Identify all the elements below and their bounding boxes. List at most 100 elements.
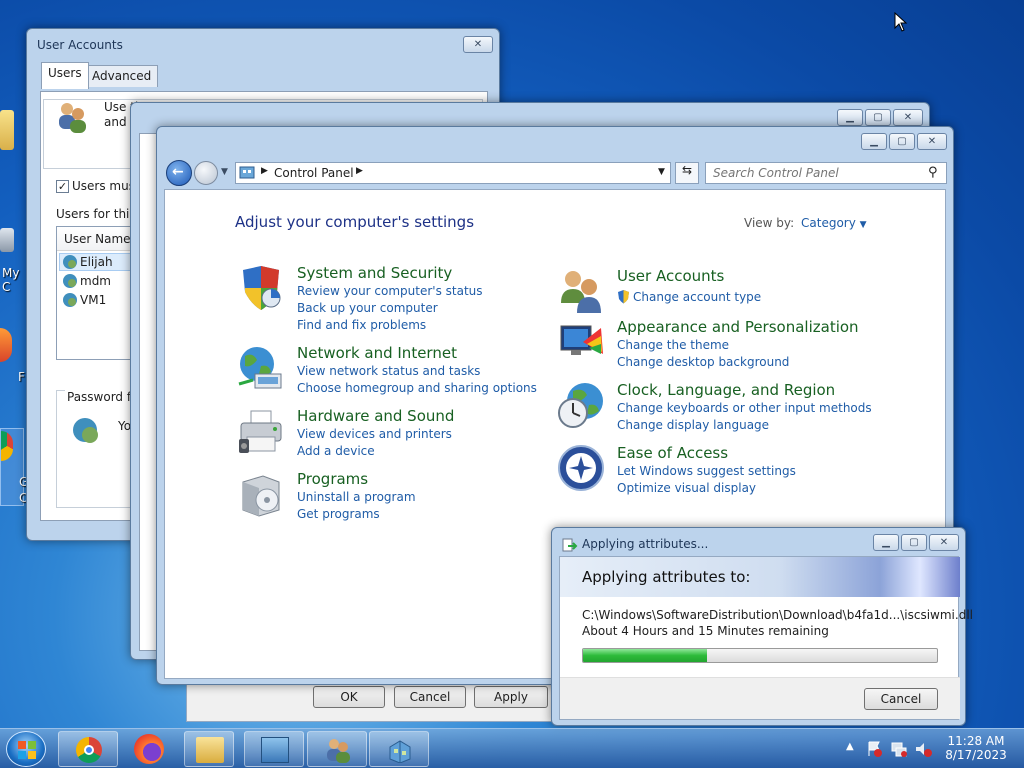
search-icon[interactable]: ⚲ (928, 165, 938, 180)
task-link[interactable]: View network status and tasks (297, 364, 480, 378)
maximize-button[interactable]: ▢ (865, 109, 891, 126)
refresh-button[interactable]: ⇆ (675, 162, 699, 184)
address-bar[interactable]: ▶ Control Panel ▶ ▼ (235, 162, 671, 184)
show-hidden-icons-icon[interactable]: ▲ (846, 741, 854, 752)
applying-attributes-dialog[interactable]: Applying attributes... ▁ ▢ ✕ Applying at… (551, 527, 973, 726)
task-link[interactable]: Let Windows suggest settings (617, 464, 796, 478)
close-button[interactable]: ✕ (929, 534, 959, 551)
task-link[interactable]: Add a device (297, 444, 375, 458)
task-link[interactable]: Review your computer's status (297, 284, 483, 298)
category-title-link[interactable]: User Accounts (617, 267, 724, 285)
maximize-icon: ▢ (897, 136, 907, 147)
clock-time: 11:28 AM (947, 734, 1005, 748)
category-title-link[interactable]: Network and Internet (297, 344, 457, 362)
network-status-icon[interactable] (890, 740, 908, 758)
category-title-link[interactable]: Appearance and Personalization (617, 318, 859, 336)
maximize-button[interactable]: ▢ (901, 534, 927, 551)
minimize-button[interactable]: ▁ (861, 133, 887, 150)
start-button[interactable] (6, 731, 46, 767)
close-button[interactable]: ✕ (463, 36, 493, 53)
installer-icon (389, 740, 411, 763)
task-link[interactable]: Choose homegroup and sharing options (297, 381, 537, 395)
chrome-shortcut-icon (1, 431, 13, 461)
refresh-icon: ⇆ (681, 163, 693, 177)
task-link[interactable]: Optimize visual display (617, 481, 756, 495)
breadcrumb-chevron-icon[interactable]: ▶ (356, 166, 363, 176)
search-input[interactable] (706, 163, 916, 183)
task-link[interactable]: Change account type (633, 290, 761, 304)
tab-users[interactable]: Users (41, 62, 89, 89)
cancel-button[interactable]: Cancel (864, 688, 938, 710)
task-link[interactable]: Change the theme (617, 338, 729, 352)
back-arrow-icon: ← (172, 164, 184, 180)
task-link[interactable]: Uninstall a program (297, 490, 416, 504)
maximize-button[interactable]: ▢ (889, 133, 915, 150)
user-name-cell[interactable]: VM1 (80, 293, 106, 307)
back-button[interactable]: ← (166, 160, 192, 186)
desktop-computer-shortcut[interactable]: My C (0, 228, 26, 294)
taskbar-clock[interactable]: 11:28 AM 8/17/2023 (936, 734, 1016, 762)
category-title-link[interactable]: System and Security (297, 264, 452, 282)
minimize-button[interactable]: ▁ (873, 534, 899, 551)
desktop-chrome-shortcut[interactable]: G C (0, 428, 28, 506)
task-link[interactable]: Change display language (617, 418, 769, 432)
category-title-link[interactable]: Hardware and Sound (297, 407, 454, 425)
forward-button[interactable] (194, 161, 218, 185)
dialog-body: Applying attributes to: C:\Windows\Softw… (559, 556, 973, 720)
close-button[interactable]: ✕ (893, 109, 923, 126)
breadcrumb-control-panel[interactable]: Control Panel (274, 166, 354, 180)
cancel-button[interactable]: Cancel (394, 686, 466, 708)
computer-icon (0, 228, 14, 252)
category-title-link[interactable]: Clock, Language, and Region (617, 381, 835, 399)
tab-advanced[interactable]: Advanced (85, 65, 159, 87)
apply-button[interactable]: Apply (474, 686, 548, 708)
desktop-icon-label: My C (2, 266, 20, 294)
control-panel-icon (239, 166, 255, 179)
user-globe-icon (63, 274, 77, 288)
progress-fill (583, 649, 707, 662)
task-link[interactable]: Change desktop background (617, 355, 789, 369)
task-link[interactable]: Get programs (297, 507, 380, 521)
view-by-dropdown[interactable]: Category ▼ (801, 216, 867, 230)
user-name-cell[interactable]: mdm (80, 274, 111, 288)
taskbar-installer[interactable] (369, 731, 429, 767)
breadcrumb-chevron-icon[interactable]: ▶ (261, 166, 268, 176)
shield-icon (243, 266, 281, 310)
category-title-link[interactable]: Programs (297, 470, 368, 488)
taskbar-file-explorer[interactable] (184, 731, 234, 767)
task-link[interactable]: Find and fix problems (297, 318, 426, 332)
minimize-button[interactable]: ▁ (837, 109, 863, 126)
task-link[interactable]: View devices and printers (297, 427, 452, 441)
taskbar-control-panel[interactable] (244, 731, 304, 767)
ok-button[interactable]: OK (313, 686, 385, 708)
category-title-link[interactable]: Ease of Access (617, 444, 728, 462)
start-orb-pane (28, 751, 36, 759)
dialog-banner: Applying attributes to: (560, 557, 960, 597)
close-icon: ✕ (903, 112, 913, 123)
address-dropdown-icon[interactable]: ▼ (658, 167, 665, 177)
recent-pages-dropdown-icon[interactable]: ▼ (221, 167, 228, 177)
search-control-panel[interactable]: ⚲ (705, 162, 947, 184)
start-orb-icon (18, 741, 26, 749)
user-accounts-icon (327, 739, 350, 763)
dialog-button-bar: OK Cancel Apply (186, 684, 552, 722)
taskbar-user-accounts[interactable] (307, 731, 367, 767)
start-orb-pane (18, 751, 26, 759)
time-remaining: About 4 Hours and 15 Minutes remaining (582, 624, 829, 638)
desktop-firefox-shortcut[interactable]: F (0, 328, 26, 384)
action-center-flag-icon[interactable] (866, 740, 884, 758)
firefox-icon[interactable] (134, 734, 164, 764)
banner-heading: Applying attributes to: (582, 568, 751, 586)
folder-icon (0, 110, 14, 150)
close-button[interactable]: ✕ (917, 133, 947, 150)
desktop-folder-icon[interactable] (0, 110, 26, 150)
task-link[interactable]: Change keyboards or other input methods (617, 401, 872, 415)
volume-muted-icon[interactable] (914, 740, 932, 758)
user-globe-icon (63, 293, 77, 307)
task-link[interactable]: Back up your computer (297, 301, 438, 315)
chrome-icon (76, 737, 102, 763)
user-name-cell: Elijah (80, 255, 113, 269)
programs-box-icon (242, 475, 280, 517)
taskbar-chrome[interactable] (58, 731, 118, 767)
users-must-checkbox[interactable]: ✓ (56, 180, 69, 193)
